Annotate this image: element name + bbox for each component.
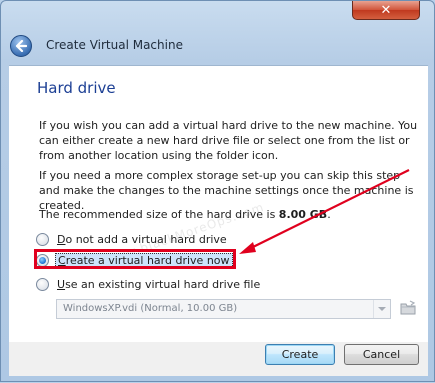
dialog-window: ✕ Create Virtual Machine Hard drive If y… (0, 0, 435, 382)
page-title: Hard drive (37, 79, 116, 97)
back-button[interactable] (10, 35, 32, 57)
cancel-button[interactable]: Cancel (344, 344, 419, 365)
wizard-page: Hard drive If you wish you can add a vir… (9, 65, 428, 343)
radio-button[interactable] (36, 277, 49, 291)
choose-file-button[interactable] (399, 299, 417, 317)
radio-no-hard-drive[interactable]: Do not add a virtual hard drive (36, 231, 227, 247)
button-bar: Create Cancel (9, 342, 428, 376)
intro-text: If you wish you can add a virtual hard d… (39, 119, 418, 162)
back-arrow-icon (15, 40, 27, 52)
chevron-down-icon[interactable] (373, 300, 390, 318)
radio-label-no-hard-drive: Do not add a virtual hard drive (57, 232, 227, 246)
radio-button[interactable] (36, 232, 49, 246)
window-title: Create Virtual Machine (46, 38, 183, 52)
recommended-size-value: 8.00 GB (278, 208, 328, 221)
close-icon: ✕ (380, 3, 392, 18)
annotation-highlight-box (34, 249, 236, 269)
existing-file-value: WindowsXP.vdi (Normal, 10.00 GB) (63, 303, 238, 314)
existing-file-combobox[interactable]: WindowsXP.vdi (Normal, 10.00 GB) (56, 299, 391, 319)
close-button[interactable]: ✕ (352, 1, 420, 20)
recommended-suffix: . (327, 208, 331, 221)
radio-existing-hard-drive[interactable]: Use an existing virtual hard drive file (36, 276, 260, 292)
folder-icon (400, 300, 416, 315)
create-button[interactable]: Create (265, 344, 335, 365)
radio-label-existing-hard-drive: Use an existing virtual hard drive file (57, 277, 261, 291)
